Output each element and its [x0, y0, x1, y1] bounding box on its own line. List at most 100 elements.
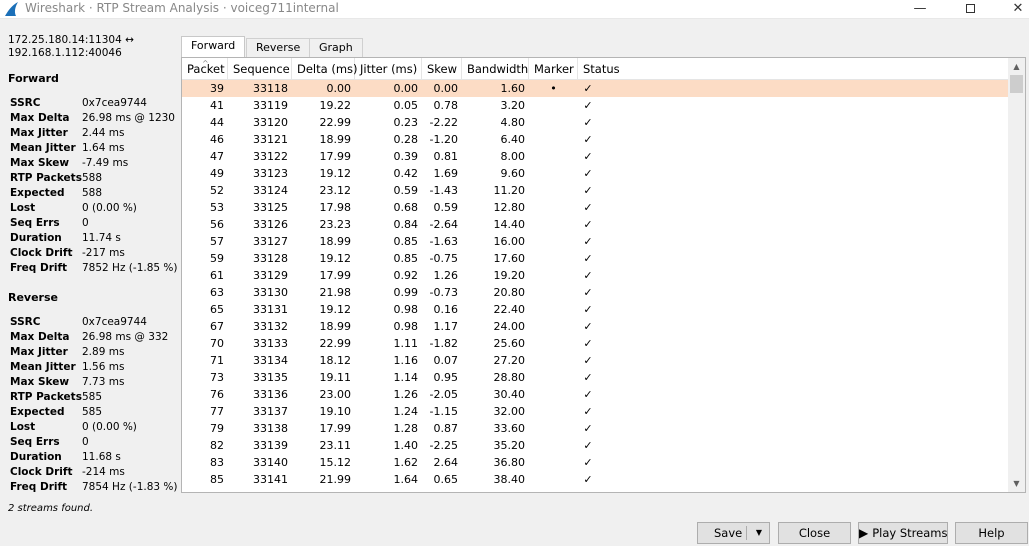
cell-jitter: 0.23	[393, 116, 419, 129]
tab-forward[interactable]: Forward	[181, 36, 246, 58]
stream-address-line-2: 192.168.1.112:40046	[8, 47, 122, 59]
maximize-button[interactable]	[947, 0, 993, 19]
column-skew[interactable]: Skew	[422, 58, 462, 80]
cell-status: ✓	[583, 99, 593, 112]
close-window-button[interactable]: ✕	[995, 0, 1029, 19]
table-row[interactable]: 76 33136 23.00 1.26 -2.05 30.40 ✓	[182, 386, 1008, 403]
column-marker[interactable]: Marker	[529, 58, 578, 80]
table-row[interactable]: 56 33126 23.23 0.84 -2.64 14.40 ✓	[182, 216, 1008, 233]
cell-bandwidth: 12.80	[493, 201, 526, 214]
stat-row: Mean Jitter 1.64 ms	[10, 142, 180, 157]
cell-marker	[529, 471, 578, 488]
table-row[interactable]: 59 33128 19.12 0.85 -0.75 17.60 ✓	[182, 250, 1008, 267]
play-streams-button[interactable]: ▶ Play Streams	[858, 522, 948, 544]
cell-delta: 19.12	[319, 167, 352, 180]
cell-sequence: 33118	[253, 82, 288, 95]
cell-jitter: 1.11	[393, 337, 419, 350]
cell-jitter: 0.98	[393, 320, 419, 333]
cell-packet: 41	[210, 99, 224, 112]
close-button[interactable]: Close	[778, 522, 851, 544]
table-row[interactable]: 79 33138 17.99 1.28 0.87 33.60 ✓	[182, 420, 1008, 437]
column-status[interactable]: Status	[578, 58, 1008, 80]
cell-skew: 0.59	[433, 201, 459, 214]
cell-sequence: 33119	[253, 99, 288, 112]
cell-jitter: 0.59	[393, 184, 419, 197]
cell-delta: 19.11	[319, 371, 352, 384]
table-row[interactable]: 53 33125 17.98 0.68 0.59 12.80 ✓	[182, 199, 1008, 216]
table-row[interactable]: 39 33118 0.00 0.00 0.00 1.60 • ✓	[182, 80, 1008, 97]
scrollbar-thumb[interactable]	[1010, 75, 1023, 93]
cell-bandwidth: 16.00	[493, 235, 526, 248]
column-jitter[interactable]: Jitter (ms)	[355, 58, 422, 80]
stat-value: 0	[82, 217, 89, 229]
stat-row: Expected 585	[10, 406, 180, 421]
table-row[interactable]: 47 33122 17.99 0.39 0.81 8.00 ✓	[182, 148, 1008, 165]
cell-skew: 0.65	[433, 473, 459, 486]
cell-sequence: 33130	[253, 286, 288, 299]
scroll-up-icon[interactable]: ▲	[1008, 58, 1025, 75]
table-row[interactable]: 70 33133 22.99 1.11 -1.82 25.60 ✓	[182, 335, 1008, 352]
cell-delta: 23.00	[319, 388, 352, 401]
vertical-scrollbar[interactable]: ▲ ▼	[1008, 58, 1025, 492]
table-row[interactable]: 63 33130 21.98 0.99 -0.73 20.80 ✓	[182, 284, 1008, 301]
stat-row: Mean Jitter 1.56 ms	[10, 361, 180, 376]
wireshark-fin-icon	[5, 2, 18, 16]
cell-status: ✓	[583, 354, 593, 367]
cell-status: ✓	[583, 235, 593, 248]
table-row[interactable]: 52 33124 23.12 0.59 -1.43 11.20 ✓	[182, 182, 1008, 199]
cell-bandwidth: 28.80	[493, 371, 526, 384]
table-row[interactable]: 65 33131 19.12 0.98 0.16 22.40 ✓	[182, 301, 1008, 318]
cell-status: ✓	[583, 303, 593, 316]
stat-row: Lost 0 (0.00 %)	[10, 202, 180, 217]
cell-packet: 47	[210, 150, 224, 163]
stat-value: 11.74 s	[82, 232, 121, 244]
dropdown-arrow-icon[interactable]: ▼	[756, 523, 762, 543]
cell-sequence: 33137	[253, 405, 288, 418]
stat-value: -217 ms	[82, 247, 125, 259]
stat-key: RTP Packets	[10, 391, 82, 403]
cell-marker	[529, 233, 578, 250]
cell-delta: 23.12	[319, 184, 352, 197]
table-row[interactable]: 67 33132 18.99 0.98 1.17 24.00 ✓	[182, 318, 1008, 335]
stat-value: 585	[82, 391, 103, 403]
table-row[interactable]: 41 33119 19.22 0.05 0.78 3.20 ✓	[182, 97, 1008, 114]
column-sequence[interactable]: Sequence	[228, 58, 292, 80]
cell-packet: 39	[210, 82, 224, 95]
maximize-icon	[965, 4, 975, 13]
table-row[interactable]: 73 33135 19.11 1.14 0.95 28.80 ✓	[182, 369, 1008, 386]
stat-value: 26.98 ms @ 1230	[82, 112, 175, 124]
column-packet[interactable]: ^ Packet	[182, 58, 228, 80]
table-row[interactable]: 57 33127 18.99 0.85 -1.63 16.00 ✓	[182, 233, 1008, 250]
cell-bandwidth: 14.40	[493, 218, 526, 231]
column-bandwidth[interactable]: Bandwidth	[462, 58, 529, 80]
table-row[interactable]: 46 33121 18.99 0.28 -1.20 6.40 ✓	[182, 131, 1008, 148]
table-row[interactable]: 61 33129 17.99 0.92 1.26 19.20 ✓	[182, 267, 1008, 284]
table-header: ^ Packet Sequence Delta (ms) Jitter (ms)…	[182, 58, 1008, 80]
cell-status: ✓	[583, 388, 593, 401]
table-row[interactable]: 71 33134 18.12 1.16 0.07 27.20 ✓	[182, 352, 1008, 369]
stat-row: Clock Drift -217 ms	[10, 247, 180, 262]
save-button[interactable]: Save ▼	[697, 522, 770, 544]
table-row[interactable]: 82 33139 23.11 1.40 -2.25 35.20 ✓	[182, 437, 1008, 454]
help-button[interactable]: Help	[955, 522, 1028, 544]
stat-key: Max Skew	[10, 157, 70, 169]
table-row[interactable]: 83 33140 15.12 1.62 2.64 36.80 ✓	[182, 454, 1008, 471]
table-row[interactable]: 44 33120 22.99 0.23 -2.22 4.80 ✓	[182, 114, 1008, 131]
table-row[interactable]: 77 33137 19.10 1.24 -1.15 32.00 ✓	[182, 403, 1008, 420]
tab-graph[interactable]: Graph	[309, 38, 363, 57]
table-row[interactable]: 85 33141 21.99 1.64 0.65 38.40 ✓	[182, 471, 1008, 488]
cell-packet: 70	[210, 337, 224, 350]
cell-sequence: 33126	[253, 218, 288, 231]
stat-row: Max Skew -7.49 ms	[10, 157, 180, 172]
cell-marker	[529, 369, 578, 386]
cell-sequence: 33131	[253, 303, 288, 316]
cell-marker	[529, 454, 578, 471]
table-row[interactable]: 49 33123 19.12 0.42 1.69 9.60 ✓	[182, 165, 1008, 182]
stat-row: Lost 0 (0.00 %)	[10, 421, 180, 436]
scroll-down-icon[interactable]: ▼	[1008, 475, 1025, 492]
minimize-button[interactable]: —	[897, 0, 943, 19]
column-delta[interactable]: Delta (ms)	[292, 58, 358, 80]
stat-row: SSRC 0x7cea9744	[10, 316, 180, 331]
cell-delta: 23.11	[319, 439, 352, 452]
tab-reverse[interactable]: Reverse	[246, 38, 311, 57]
